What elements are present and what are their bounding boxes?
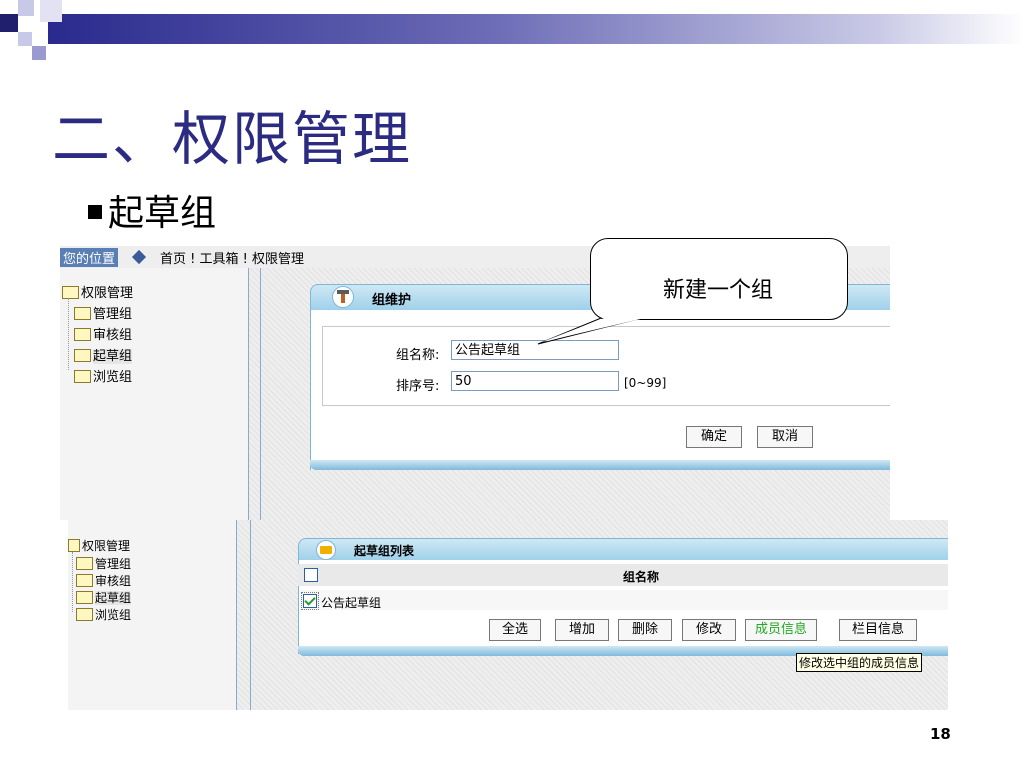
- bullet-square-icon: [88, 205, 102, 219]
- folder-icon: [74, 307, 91, 320]
- tooltip: 修改选中组的成员信息: [796, 653, 923, 672]
- tree-item-manage[interactable]: 管理组: [76, 555, 131, 572]
- slide-bullet: 起草组: [88, 184, 216, 236]
- confirm-button[interactable]: 确定: [686, 426, 742, 448]
- tree-item-label: 浏览组: [93, 370, 133, 385]
- members-button[interactable]: 成员信息: [745, 619, 817, 641]
- callout-text: 新建一个组: [662, 278, 773, 303]
- page-number: 18: [930, 725, 951, 743]
- folder-icon: [74, 370, 91, 383]
- row-group-name: 公告起草组: [321, 596, 382, 610]
- tree-root-label: 权限管理: [82, 539, 131, 553]
- tree-item-draft[interactable]: 起草组: [74, 345, 133, 364]
- folder-icon: [74, 349, 91, 362]
- folder-round-icon: [316, 540, 336, 560]
- breadcrumb-path[interactable]: 首页 ! 工具箱 ! 权限管理: [160, 248, 304, 267]
- header-gradient-bar: [48, 14, 1024, 44]
- panel-footer-bar: [310, 460, 890, 470]
- cancel-button[interactable]: 取消: [757, 426, 813, 448]
- breadcrumb-label: 您的位置: [60, 248, 119, 267]
- folder-icon: [62, 286, 79, 299]
- tree-item-label: 起草组: [93, 349, 133, 364]
- folder-icon: [76, 557, 93, 570]
- folder-icon: [76, 574, 93, 587]
- order-input[interactable]: 50: [451, 371, 619, 391]
- delete-button[interactable]: 删除: [618, 619, 672, 641]
- order-hint: [0~99]: [624, 376, 667, 390]
- header-square: [40, 0, 62, 22]
- tree-item-browse[interactable]: 浏览组: [74, 366, 132, 385]
- header-square: [18, 0, 34, 16]
- name-label: 组名称:: [396, 348, 440, 363]
- select-all-checkbox[interactable]: [304, 568, 318, 582]
- header-square: [18, 32, 32, 46]
- divider: [248, 268, 249, 520]
- folder-icon: [76, 608, 93, 621]
- divider: [250, 520, 251, 710]
- slide-title: 二、权限管理: [52, 105, 413, 173]
- divider: [260, 268, 261, 520]
- tree-item-manage[interactable]: 管理组: [74, 303, 132, 322]
- divider: [236, 520, 237, 710]
- tree-item-label: 管理组: [95, 557, 132, 571]
- tree-item-label: 审核组: [95, 574, 132, 588]
- tree-guide: [68, 298, 69, 370]
- tree-root-label: 权限管理: [81, 286, 134, 301]
- tree-item-draft[interactable]: 起草组: [76, 589, 132, 606]
- add-button[interactable]: 增加: [555, 619, 609, 641]
- breadcrumb-diamond-icon: [131, 249, 147, 265]
- tree-item-label: 审核组: [93, 328, 133, 343]
- tree-item-review[interactable]: 审核组: [76, 572, 131, 589]
- column-header-name: 组名称: [623, 570, 660, 584]
- row-checkbox[interactable]: [301, 592, 319, 610]
- tree-root[interactable]: 权限管理: [62, 282, 133, 301]
- select-all-button[interactable]: 全选: [489, 619, 541, 641]
- folder-icon: [68, 539, 80, 552]
- header-square: [32, 46, 46, 60]
- bullet-text: 起草组: [108, 193, 217, 234]
- tree-item-label: 管理组: [93, 307, 133, 322]
- order-label: 排序号:: [396, 379, 440, 394]
- panel-title: 组维护: [372, 293, 412, 308]
- bottom-screenshot: 权限管理 管理组 审核组 起草组 浏览组 起草组列表 组名称 公告起草组 全选 …: [68, 520, 948, 710]
- table-row[interactable]: [300, 590, 948, 610]
- tools-icon: [332, 286, 354, 308]
- tree-item-browse[interactable]: 浏览组: [76, 606, 131, 623]
- tree-item-review[interactable]: 审核组: [74, 324, 132, 343]
- tree-guide: [72, 552, 73, 612]
- folder-icon: [74, 328, 91, 341]
- columns-button[interactable]: 栏目信息: [839, 619, 917, 641]
- panel-title: 起草组列表: [354, 544, 415, 558]
- header-square: [0, 14, 18, 32]
- folder-icon: [76, 591, 93, 604]
- tree-item-label: 起草组: [95, 591, 132, 605]
- edit-button[interactable]: 修改: [682, 619, 736, 641]
- tree-item-label: 浏览组: [95, 608, 132, 622]
- tree-root[interactable]: 权限管理: [68, 537, 130, 554]
